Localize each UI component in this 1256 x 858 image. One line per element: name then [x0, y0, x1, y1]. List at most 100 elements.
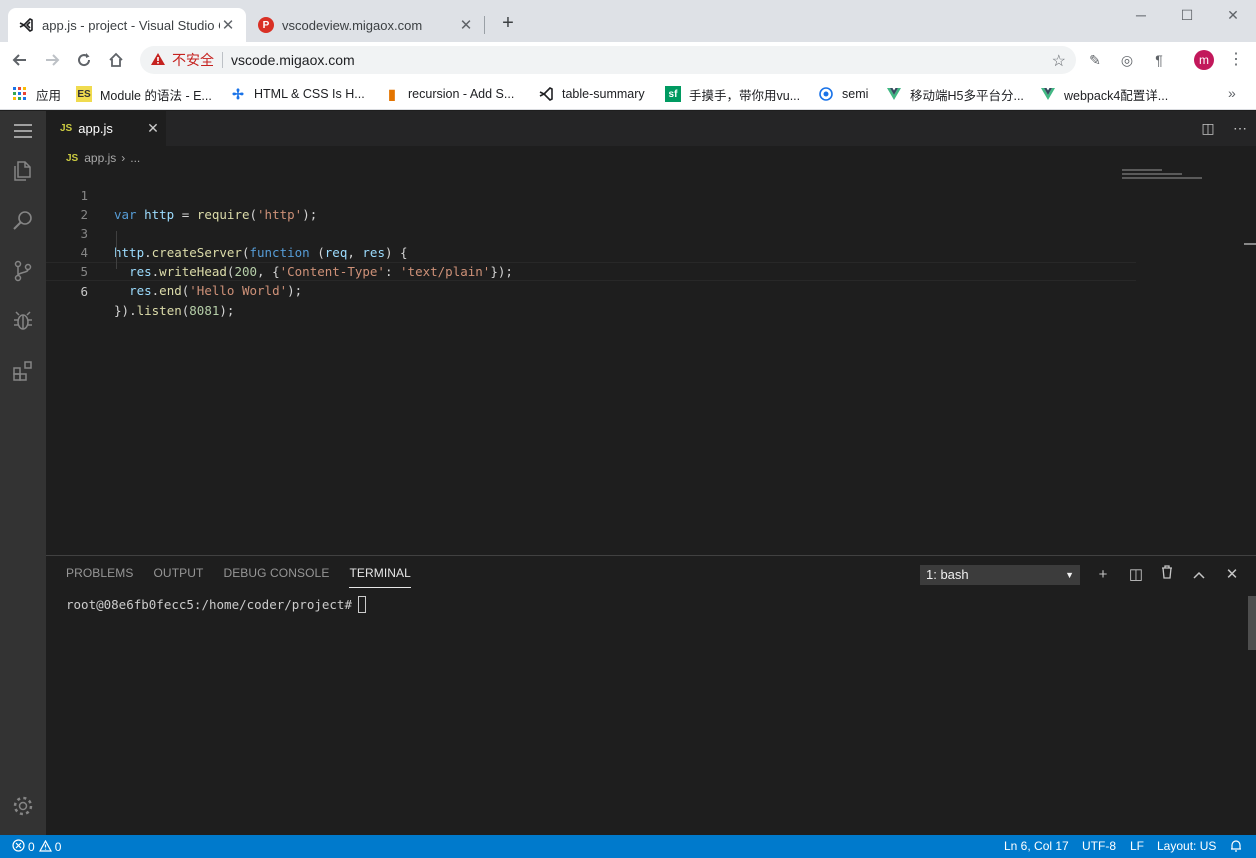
keyboard-layout[interactable]: Layout: US: [1157, 839, 1216, 853]
close-tab-icon[interactable]: ✕: [220, 16, 236, 34]
minimize-icon[interactable]: ─: [1118, 0, 1164, 30]
editor-tab-label: app.js: [78, 121, 113, 136]
warning-icon: [38, 839, 52, 855]
token: listen: [136, 303, 182, 318]
minimap[interactable]: [1122, 169, 1202, 181]
address-bar[interactable]: 不安全 vscode.migaox.com ☆: [140, 46, 1076, 74]
extension-feather-icon[interactable]: ✎: [1086, 51, 1104, 69]
editor-actions: ◫ ⋯: [1192, 111, 1256, 146]
maximize-icon[interactable]: ☐: [1164, 0, 1210, 30]
tab-debug-console[interactable]: DEBUG CONSOLE: [223, 566, 329, 588]
es-icon: ES: [76, 86, 92, 102]
bookmark-table-summary[interactable]: table-summary: [538, 84, 645, 104]
forward-arrow-icon[interactable]: [38, 46, 66, 74]
bookmark-label: HTML & CSS Is H...: [254, 87, 365, 101]
browser-titlebar: app.js - project - Visual Studio Code ✕ …: [0, 0, 1256, 42]
browser-tab-vscode[interactable]: app.js - project - Visual Studio Code ✕: [8, 8, 246, 42]
vscode-workbench: JS app.js ✕ ◫ ⋯ JS app.js › ... 1 var ht…: [0, 111, 1256, 858]
token: );: [287, 283, 303, 298]
bookmarks-overflow-icon[interactable]: »: [1228, 85, 1236, 101]
menu-icon[interactable]: [0, 111, 46, 151]
chevron-right-icon: ›: [121, 151, 126, 165]
back-arrow-icon[interactable]: [6, 46, 34, 74]
token: 'Hello World': [189, 283, 288, 298]
security-label[interactable]: 不安全: [172, 50, 214, 70]
code-line[interactable]: 3 http.createServer(function (req, res) …: [46, 205, 1136, 260]
encoding[interactable]: UTF-8: [1082, 839, 1116, 853]
bookmark-apps[interactable]: 应用: [12, 84, 61, 104]
bookmark-h5[interactable]: 移动端H5多平台分...: [886, 84, 1024, 104]
profile-avatar[interactable]: m: [1194, 50, 1214, 70]
terminal-select-value: 1: bash: [926, 567, 969, 582]
panel-tabs: PROBLEMS OUTPUT DEBUG CONSOLE TERMINAL: [66, 566, 431, 588]
apps-grid-icon: [12, 86, 28, 102]
code-line-current[interactable]: 6 }).listen(8081);: [46, 262, 1136, 318]
extensions-icon[interactable]: [0, 351, 46, 391]
split-terminal-icon[interactable]: ◫: [1125, 564, 1147, 586]
new-tab-button[interactable]: +: [496, 12, 520, 36]
status-bar: 0 0 Ln 6, Col 17 UTF-8 LF Layout: US: [0, 835, 1256, 858]
breadcrumb-file[interactable]: app.js: [84, 151, 116, 165]
code-line[interactable]: 4 res.writeHead(200, {'Content-Type': 't…: [46, 224, 1136, 279]
close-editor-icon[interactable]: ✕: [140, 120, 166, 137]
warning-icon: [150, 52, 166, 69]
cursor-position[interactable]: Ln 6, Col 17: [1004, 839, 1069, 853]
bookmark-module[interactable]: ES Module 的语法 - E...: [76, 84, 212, 104]
indent-guide: [116, 231, 117, 269]
terminal-scrollbar[interactable]: [1248, 596, 1256, 650]
bookmark-star-icon[interactable]: ☆: [1052, 51, 1066, 71]
sf-icon: sf: [665, 86, 681, 102]
bookmark-label: recursion - Add S...: [408, 87, 515, 101]
bookmark-label: 移动端H5多平台分...: [910, 88, 1024, 103]
source-control-icon[interactable]: [0, 251, 46, 291]
browser-tab-vscodeview[interactable]: P vscodeview.migaox.com ✕: [248, 8, 484, 42]
bookmarks-bar: 应用 ES Module 的语法 - E... ✢ HTML & CSS Is …: [0, 78, 1256, 110]
code-line[interactable]: 2: [46, 186, 1136, 222]
bookmark-recursion[interactable]: ▮ recursion - Add S...: [384, 84, 514, 104]
new-terminal-plus-icon[interactable]: +: [1092, 564, 1114, 586]
terminal-select[interactable]: 1: bash ▼: [920, 565, 1080, 585]
breadcrumb-symbols[interactable]: ...: [130, 151, 140, 165]
tab-problems[interactable]: PROBLEMS: [66, 566, 134, 588]
bookmark-html-css[interactable]: ✢ HTML & CSS Is H...: [230, 84, 365, 104]
editor-tab-app-js[interactable]: JS app.js ✕: [46, 111, 166, 146]
bookmark-semi[interactable]: semi: [818, 84, 868, 104]
bookmark-webpack[interactable]: webpack4配置详...: [1040, 84, 1168, 104]
code-line[interactable]: 1 var http = require('http');: [46, 167, 1136, 222]
bookmark-sf[interactable]: sf 手摸手，带你用vu...: [665, 84, 800, 104]
tab-title: vscodeview.migaox.com: [282, 17, 423, 33]
debug-icon[interactable]: [0, 301, 46, 341]
html-css-icon: ✢: [232, 85, 244, 102]
vscode-icon: [538, 86, 554, 102]
home-icon[interactable]: [102, 46, 130, 74]
close-panel-icon[interactable]: ✕: [1221, 564, 1243, 586]
line-ending[interactable]: LF: [1130, 839, 1144, 853]
notifications-bell-icon[interactable]: [1230, 839, 1242, 855]
trash-icon[interactable]: [1156, 564, 1178, 586]
extension-circle-icon[interactable]: ◎: [1118, 51, 1136, 69]
code-line[interactable]: 5 res.end('Hello World');: [46, 243, 1136, 298]
reload-icon[interactable]: [70, 46, 98, 74]
close-tab-icon[interactable]: ✕: [458, 16, 474, 34]
more-actions-icon[interactable]: ⋯: [1224, 120, 1256, 137]
window-close-icon[interactable]: ✕: [1210, 0, 1256, 30]
error-count: 0: [28, 840, 35, 854]
search-icon[interactable]: [0, 201, 46, 241]
explorer-icon[interactable]: [0, 151, 46, 191]
tab-output[interactable]: OUTPUT: [154, 566, 204, 588]
tab-terminal[interactable]: TERMINAL: [349, 566, 411, 588]
more-menu-icon[interactable]: ⋮: [1226, 50, 1246, 70]
split-editor-icon[interactable]: ◫: [1192, 120, 1224, 137]
extension-pilcrow-icon[interactable]: ¶: [1150, 51, 1168, 69]
problems-status[interactable]: 0 0: [12, 839, 61, 855]
maximize-panel-icon[interactable]: [1188, 564, 1210, 586]
error-icon: [12, 839, 25, 855]
tab-divider: [484, 16, 485, 34]
terminal-output[interactable]: root@08e6fb0fecc5:/home/coder/project#: [66, 596, 366, 613]
browser-toolbar: 不安全 vscode.migaox.com ☆ ✎ ◎ ¶ m ⋮: [0, 42, 1256, 78]
token: .: [129, 303, 137, 318]
url-text[interactable]: vscode.migaox.com: [231, 52, 355, 68]
js-file-icon: JS: [66, 152, 79, 164]
settings-gear-icon[interactable]: [0, 786, 46, 826]
code-editor[interactable]: 1 var http = require('http'); 2 3 http.c…: [46, 167, 1136, 318]
